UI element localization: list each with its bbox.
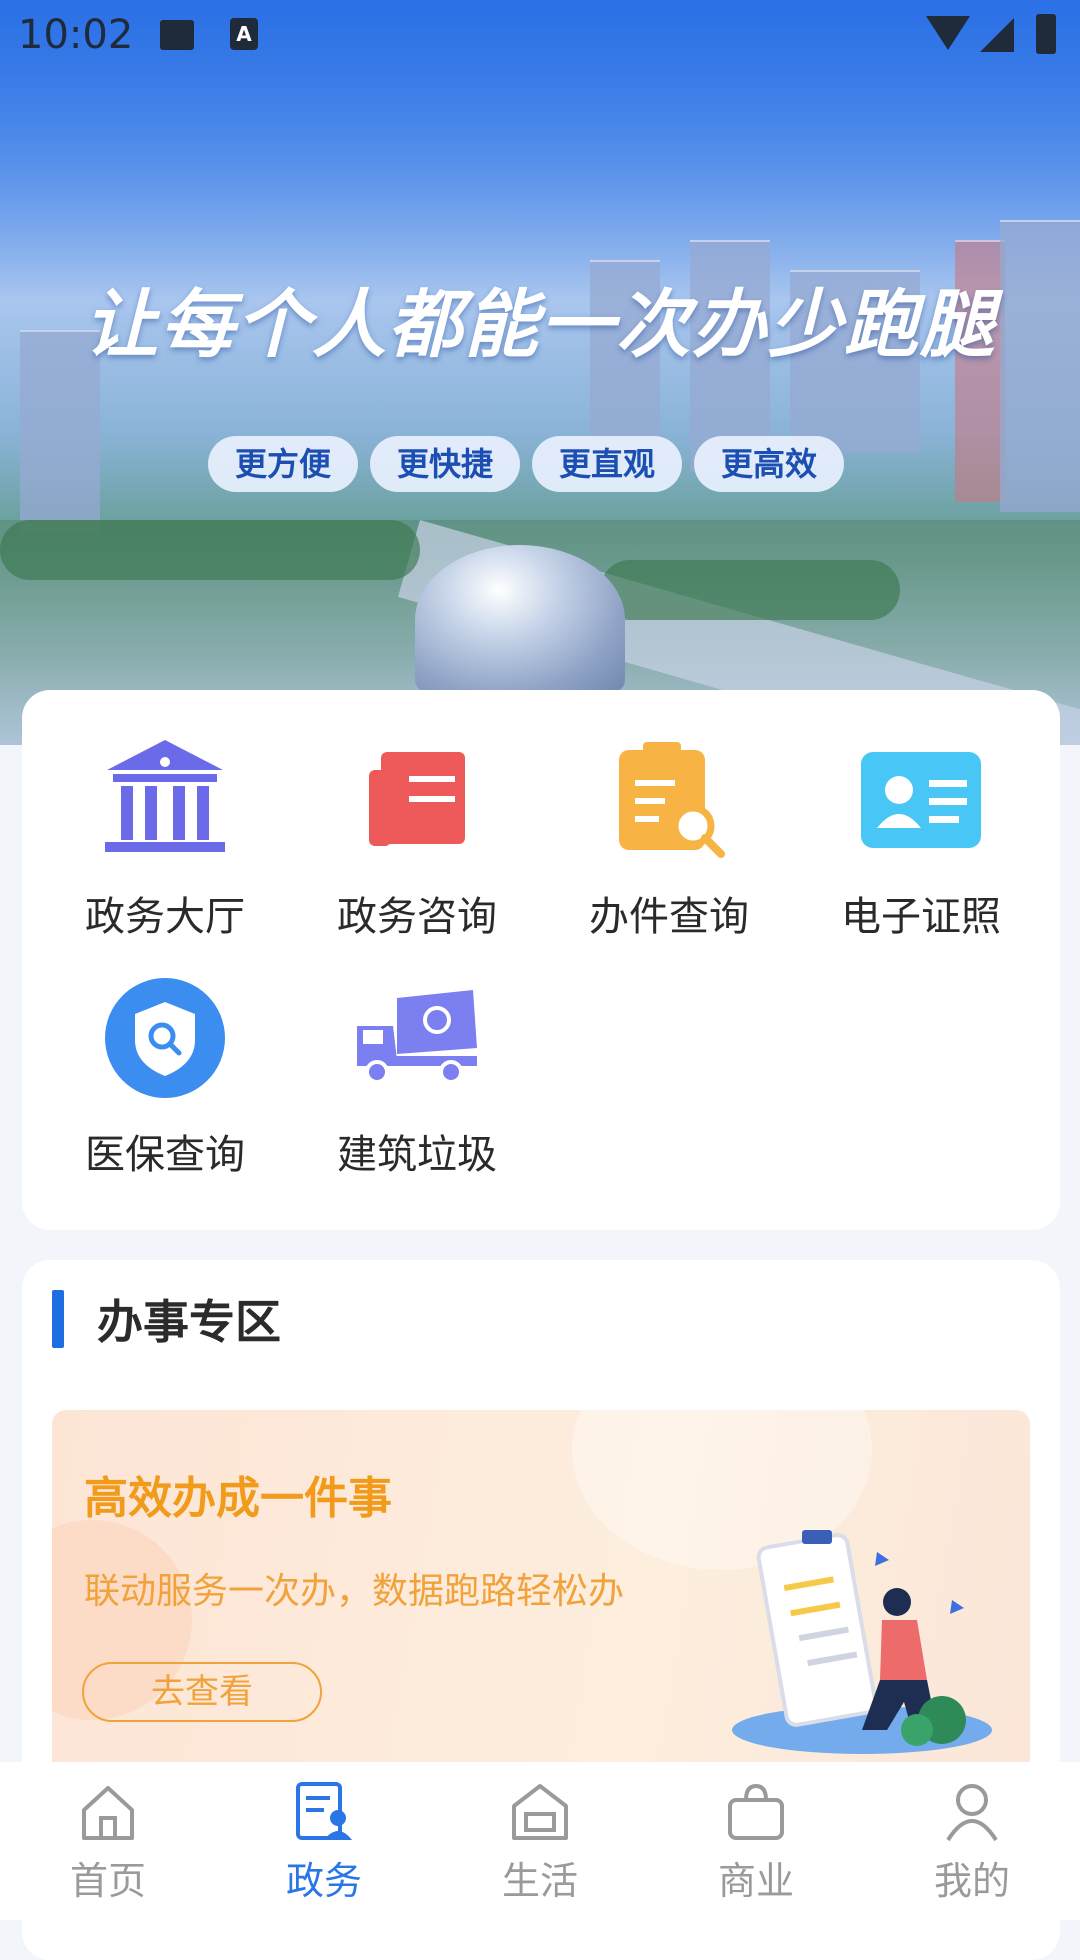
service-government-hall[interactable]: 政务大厅 <box>40 730 290 942</box>
hero-tag: 更方便 <box>208 436 358 492</box>
tree-row <box>600 560 900 620</box>
tree-row <box>0 520 420 580</box>
tab-label: 商业 <box>717 1859 794 1903</box>
battery-icon <box>1036 14 1056 54</box>
tab-home[interactable]: 首页 <box>0 1762 216 1920</box>
wifi-icon <box>926 16 970 50</box>
tab-label: 生活 <box>501 1859 578 1903</box>
status-time: 10:02 <box>18 12 134 58</box>
clipboard-search-icon <box>599 730 739 870</box>
service-label: 政务大厅 <box>85 894 245 940</box>
hero-dome-sculpture <box>415 545 625 695</box>
tab-mine[interactable]: 我的 <box>864 1762 1080 1920</box>
hero-tag: 更直观 <box>532 436 682 492</box>
service-label: 医保查询 <box>85 1132 245 1178</box>
efficiency-banner[interactable]: 高效办成一件事 联动服务一次办，数据跑路轻松办 去查看 <box>52 1410 1030 1810</box>
banner-subtitle: 联动服务一次办，数据跑路轻松办 <box>84 1571 625 1612</box>
home-icon <box>76 1780 140 1844</box>
service-case-query[interactable]: 办件查询 <box>544 730 794 942</box>
hero-tag: 更高效 <box>694 436 844 492</box>
hero-banner: 10:02 A 让每个人都能一次办少跑腿 更方便 更快捷 更直观 更高效 <box>0 0 1080 745</box>
hero-tags: 更方便 更快捷 更直观 更高效 <box>208 436 844 492</box>
id-card-icon <box>851 730 991 870</box>
tab-label: 首页 <box>69 1859 146 1903</box>
bottom-tab-bar: 首页 政务 生活 商业 我的 <box>0 1762 1080 1920</box>
shield-search-icon <box>95 968 235 1108</box>
person-icon <box>940 1780 1004 1844</box>
services-card: 政务大厅 政务咨询 办件查询 电子证照 医保查询 建筑垃圾 <box>22 690 1060 1230</box>
tab-life[interactable]: 生活 <box>432 1762 648 1920</box>
garbage-truck-icon <box>347 968 487 1108</box>
service-label: 电子证照 <box>841 894 1001 940</box>
service-consultation[interactable]: 政务咨询 <box>292 730 542 942</box>
service-label: 办件查询 <box>589 894 749 940</box>
shopping-bag-icon <box>724 1780 788 1844</box>
service-e-license[interactable]: 电子证照 <box>796 730 1046 942</box>
checklist-illustration <box>732 1530 992 1754</box>
service-medical-insurance[interactable]: 医保查询 <box>40 968 290 1180</box>
service-label: 建筑垃圾 <box>337 1132 497 1178</box>
government-hall-icon <box>95 730 235 870</box>
tab-government[interactable]: 政务 <box>216 1762 432 1920</box>
tab-label: 政务 <box>285 1859 362 1903</box>
life-icon <box>508 1780 572 1844</box>
banner-heading: 高效办成一件事 <box>84 1473 392 1524</box>
tab-label: 我的 <box>933 1859 1010 1903</box>
service-construction-waste[interactable]: 建筑垃圾 <box>292 968 542 1180</box>
service-label: 政务咨询 <box>337 894 497 940</box>
hero-tag: 更快捷 <box>370 436 520 492</box>
status-bar: 10:02 A <box>0 0 1080 72</box>
government-doc-icon <box>292 1780 356 1844</box>
tab-business[interactable]: 商业 <box>648 1762 864 1920</box>
view-button[interactable]: 去查看 <box>82 1662 322 1722</box>
section-accent-bar <box>52 1290 64 1348</box>
book-consult-icon <box>347 730 487 870</box>
section-title: 办事专区 <box>97 1295 281 1349</box>
hero-slogan: 让每个人都能一次办少跑腿 <box>84 282 996 368</box>
signal-icon <box>980 18 1014 52</box>
image-notification-icon <box>160 20 194 50</box>
text-notification-icon: A <box>230 18 258 50</box>
